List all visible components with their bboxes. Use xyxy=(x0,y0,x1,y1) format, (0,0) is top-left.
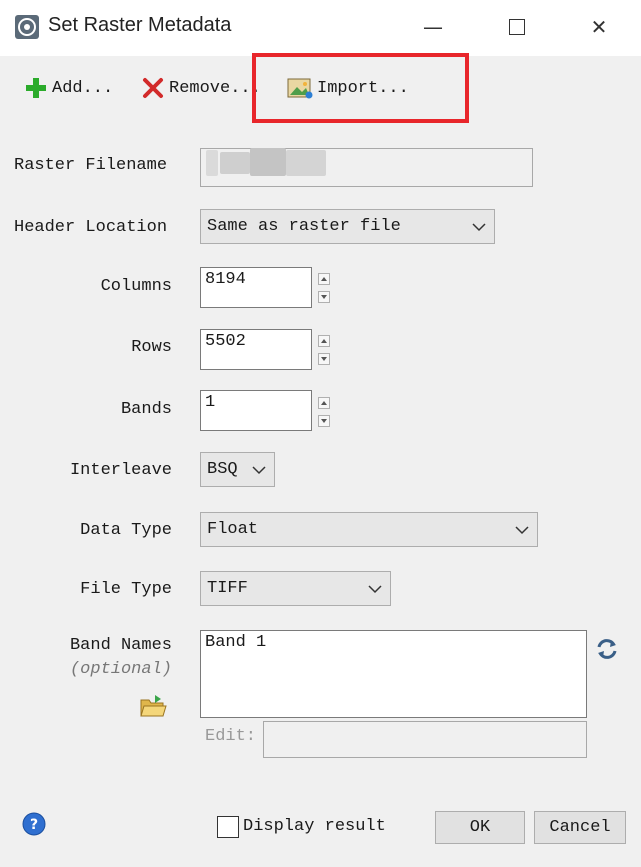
chevron-down-icon xyxy=(368,584,382,593)
close-icon[interactable]: ✕ xyxy=(586,16,612,38)
bands-spin-down[interactable] xyxy=(318,415,330,427)
remove-button[interactable]: Remove... xyxy=(141,74,261,102)
data-type-value: Float xyxy=(207,520,259,539)
data-type-dropdown[interactable]: Float xyxy=(200,512,538,547)
redacted-text xyxy=(250,148,286,176)
svg-text:?: ? xyxy=(30,817,38,833)
edit-field xyxy=(263,721,587,758)
band-names-label: Band Names xyxy=(69,636,172,655)
data-type-label: Data Type xyxy=(80,521,172,540)
header-location-dropdown[interactable]: Same as raster file xyxy=(200,209,495,244)
remove-x-icon xyxy=(143,78,163,98)
folder-open-icon[interactable] xyxy=(139,694,167,726)
chevron-down-icon xyxy=(252,465,266,474)
app-icon xyxy=(14,14,40,40)
refresh-icon[interactable] xyxy=(595,637,619,667)
maximize-icon[interactable] xyxy=(509,19,525,35)
bands-label: Bands xyxy=(120,400,172,419)
rows-label: Rows xyxy=(131,338,172,357)
header-location-value: Same as raster file xyxy=(207,217,401,236)
header-location-label: Header Location xyxy=(14,218,168,237)
band-names-optional: (optional) xyxy=(69,660,172,679)
minimize-icon[interactable]: — xyxy=(420,16,446,38)
remove-label: Remove... xyxy=(169,78,261,98)
file-type-value: TIFF xyxy=(207,579,248,598)
file-type-dropdown[interactable]: TIFF xyxy=(200,571,391,606)
display-result-label: Display result xyxy=(243,817,386,836)
window-title: Set Raster Metadata xyxy=(48,14,232,36)
interleave-label: Interleave xyxy=(69,461,172,480)
file-type-label: File Type xyxy=(80,580,172,599)
interleave-value: BSQ xyxy=(207,460,238,479)
edit-label: Edit: xyxy=(205,727,257,746)
chevron-down-icon xyxy=(515,525,529,534)
interleave-dropdown[interactable]: BSQ xyxy=(200,452,275,487)
redacted-text xyxy=(220,152,250,174)
columns-spin-up[interactable] xyxy=(318,273,330,285)
bands-spin-up[interactable] xyxy=(318,397,330,409)
rows-field[interactable]: 5502 xyxy=(200,329,312,370)
help-icon[interactable]: ? xyxy=(22,812,46,842)
columns-field[interactable]: 8194 xyxy=(200,267,312,308)
redacted-text xyxy=(206,150,218,176)
columns-label: Columns xyxy=(100,277,172,296)
ok-button[interactable]: OK xyxy=(435,811,525,844)
add-label: Add... xyxy=(52,78,114,98)
highlight-box xyxy=(252,53,469,123)
plus-icon xyxy=(26,78,46,98)
rows-spin-up[interactable] xyxy=(318,335,330,347)
cancel-button[interactable]: Cancel xyxy=(534,811,626,844)
display-result-checkbox[interactable] xyxy=(217,816,239,838)
raster-filename-label: Raster Filename xyxy=(14,156,168,175)
columns-spin-down[interactable] xyxy=(318,291,330,303)
chevron-down-icon xyxy=(472,222,486,231)
rows-spin-down[interactable] xyxy=(318,353,330,365)
band-names-textarea[interactable]: Band 1 xyxy=(200,630,587,718)
bands-field[interactable]: 1 xyxy=(200,390,312,431)
redacted-text xyxy=(286,150,326,176)
add-button[interactable]: Add... xyxy=(24,74,113,102)
